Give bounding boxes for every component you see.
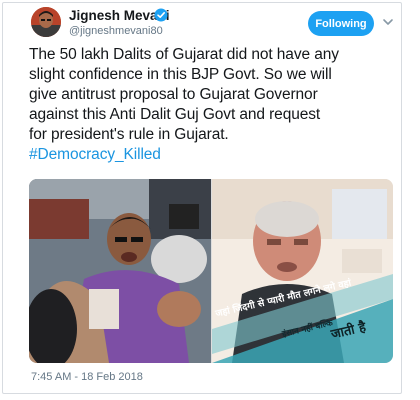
tweet-media: जहां जिंदगी से प्यारी मौत लगने लगे वहां … [29,179,393,363]
tweet-text-line: against this Anti Dalit Guj Govt and req… [29,106,321,123]
avatar-image [31,7,61,37]
tweet-text-line: The 50 lakh Dalits of Gujarat did not ha… [29,46,339,63]
tweet-text-line: slight confidence in this BJP Govt. So w… [29,66,332,83]
tweet-card: Jignesh Mevani @jigneshmevani80 Followin… [2,2,402,394]
tweet-text: The 50 lakh Dalits of Gujarat did not ha… [29,45,399,165]
hashtag-link[interactable]: #Democracy_Killed [29,145,399,165]
tweet-text-line: give antitrust proposal to Gujarat Gover… [29,86,318,103]
tweet-header: Jignesh Mevani @jigneshmevani80 Followin… [3,3,401,43]
author-handle[interactable]: @jigneshmevani80 [69,25,163,37]
tweet-text-line: for president's rule in Gujarat. [29,126,229,143]
tweet-timestamp[interactable]: 7:45 AM - 18 Feb 2018 [31,371,143,383]
following-button[interactable]: Following [308,11,374,36]
media-photo-protest[interactable] [29,179,211,363]
verified-badge-icon [154,8,168,22]
media-photo-poster[interactable] [212,179,393,363]
avatar[interactable] [31,7,61,37]
chevron-down-icon[interactable] [381,15,395,29]
